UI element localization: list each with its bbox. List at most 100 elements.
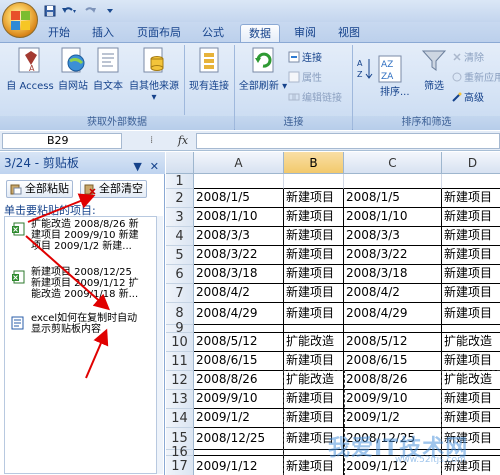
connections-button[interactable]: 连接 bbox=[288, 49, 322, 64]
cell-b5[interactable]: 新建项目 bbox=[284, 246, 344, 265]
cell-a8[interactable]: 2008/4/29 bbox=[194, 303, 284, 325]
existing-connections-button[interactable]: 现有连接 bbox=[186, 45, 232, 92]
column-header-d[interactable]: D bbox=[442, 152, 500, 174]
cell-b8[interactable]: 新建项目 bbox=[284, 303, 344, 325]
from-text-button[interactable]: 自文本 bbox=[90, 45, 126, 92]
redo-icon[interactable] bbox=[80, 3, 102, 19]
cell-d7[interactable]: 新建项目 bbox=[442, 284, 500, 303]
cell-c14[interactable]: 2009/1/2 bbox=[344, 409, 442, 428]
tab-7[interactable]: 视图 bbox=[330, 24, 368, 42]
row-header[interactable]: 5 bbox=[166, 246, 194, 265]
clipboard-item[interactable]: 扩能改造 2008/8/26 新建项目 2009/9/10 新建 项目 2009/… bbox=[9, 219, 149, 252]
cell-a4[interactable]: 2008/3/3 bbox=[194, 227, 284, 246]
cell-c4[interactable]: 2008/3/3 bbox=[344, 227, 442, 246]
column-header-b[interactable]: B bbox=[284, 152, 344, 174]
close-icon[interactable]: ✕ bbox=[150, 156, 159, 178]
cell-a10[interactable]: 2008/5/12 bbox=[194, 333, 284, 352]
cell-c7[interactable]: 2008/4/2 bbox=[344, 284, 442, 303]
cell-b11[interactable]: 新建项目 bbox=[284, 352, 344, 371]
cell-d5[interactable]: 新建项目 bbox=[442, 246, 500, 265]
row-header[interactable]: 14 bbox=[166, 409, 194, 428]
cell-a14[interactable]: 2009/1/2 bbox=[194, 409, 284, 428]
cell-b6[interactable]: 新建项目 bbox=[284, 265, 344, 284]
row-header[interactable]: 10 bbox=[166, 333, 194, 352]
cell-c8[interactable]: 2008/4/29 bbox=[344, 303, 442, 325]
cell-c13[interactable]: 2009/9/10 bbox=[344, 390, 442, 409]
pane-options-dropdown-icon[interactable]: ▼ bbox=[133, 156, 141, 178]
undo-icon[interactable] bbox=[58, 3, 80, 19]
cell-a6[interactable]: 2008/3/18 bbox=[194, 265, 284, 284]
tab-2[interactable]: 插入 bbox=[84, 24, 122, 42]
cell-c2[interactable]: 2008/1/5 bbox=[344, 189, 442, 208]
row-header[interactable]: 12 bbox=[166, 371, 194, 390]
cell-d4[interactable]: 新建项目 bbox=[442, 227, 500, 246]
cell-a7[interactable]: 2008/4/2 bbox=[194, 284, 284, 303]
cell-d9[interactable] bbox=[442, 325, 500, 333]
formula-input[interactable] bbox=[196, 133, 500, 149]
cell-c11[interactable]: 2008/6/15 bbox=[344, 352, 442, 371]
clipboard-scrollbar[interactable] bbox=[157, 216, 163, 474]
row-header[interactable]: 7 bbox=[166, 284, 194, 303]
cell-b12[interactable]: 扩能改造 bbox=[284, 371, 344, 390]
cell-b3[interactable]: 新建项目 bbox=[284, 208, 344, 227]
column-header-a[interactable]: A bbox=[194, 152, 284, 174]
cell-c12[interactable]: 2008/8/26 bbox=[344, 371, 442, 390]
select-all-corner[interactable] bbox=[166, 152, 194, 174]
chevron-down-icon[interactable] bbox=[102, 3, 118, 19]
reapply-button[interactable]: 重新应用 bbox=[452, 69, 500, 84]
cell-c5[interactable]: 2008/3/22 bbox=[344, 246, 442, 265]
cell-b10[interactable]: 扩能改造 bbox=[284, 333, 344, 352]
cell-a12[interactable]: 2008/8/26 bbox=[194, 371, 284, 390]
from-access-button[interactable]: A 自 Access bbox=[4, 45, 56, 92]
cell-b14[interactable]: 新建项目 bbox=[284, 409, 344, 428]
cell-d12[interactable]: 扩能改造 bbox=[442, 371, 500, 390]
from-other-sources-button[interactable]: 自其他来源 ▾ bbox=[126, 45, 182, 103]
cell-a9[interactable] bbox=[194, 325, 284, 333]
cell-d2[interactable]: 新建项目 bbox=[442, 189, 500, 208]
cell-d8[interactable]: 新建项目 bbox=[442, 303, 500, 325]
row-header[interactable]: 3 bbox=[166, 208, 194, 227]
row-header[interactable]: 2 bbox=[166, 189, 194, 208]
tab-6[interactable]: 审阅 bbox=[286, 24, 324, 42]
edit-links-button[interactable]: 编辑链接 bbox=[288, 89, 342, 104]
row-header[interactable]: 4 bbox=[166, 227, 194, 246]
cell-a13[interactable]: 2009/9/10 bbox=[194, 390, 284, 409]
office-button[interactable] bbox=[2, 2, 38, 38]
tab-4[interactable]: 公式 bbox=[194, 24, 232, 42]
tab-1[interactable]: 开始 bbox=[40, 24, 78, 42]
cell-a11[interactable]: 2008/6/15 bbox=[194, 352, 284, 371]
cell-d3[interactable]: 新建项目 bbox=[442, 208, 500, 227]
cell-d14[interactable]: 新建项目 bbox=[442, 409, 500, 428]
cell-a15[interactable]: 2008/12/25 bbox=[194, 428, 284, 450]
cell-a1[interactable] bbox=[194, 174, 284, 189]
sort-az-button[interactable]: AZ ZA bbox=[377, 55, 403, 86]
clear-filter-button[interactable]: 清除 bbox=[452, 49, 484, 64]
clipboard-item[interactable]: excel如何在复制时自动 显示剪贴板内容 bbox=[9, 313, 149, 335]
cell-b7[interactable]: 新建项目 bbox=[284, 284, 344, 303]
sort-button[interactable]: 排序... bbox=[380, 83, 410, 98]
cell-c10[interactable]: 2008/5/12 bbox=[344, 333, 442, 352]
row-header[interactable]: 9 bbox=[166, 322, 194, 335]
save-icon[interactable] bbox=[42, 3, 58, 19]
cell-a17[interactable]: 2009/1/12 bbox=[194, 456, 284, 475]
cell-b13[interactable]: 新建项目 bbox=[284, 390, 344, 409]
name-box[interactable]: B29 bbox=[2, 133, 122, 149]
cell-a3[interactable]: 2008/1/10 bbox=[194, 208, 284, 227]
from-web-button[interactable]: 自网站 bbox=[56, 45, 90, 92]
cell-b4[interactable]: 新建项目 bbox=[284, 227, 344, 246]
sort-ascending-button[interactable]: AZ bbox=[356, 57, 374, 84]
cell-c3[interactable]: 2008/1/10 bbox=[344, 208, 442, 227]
cell-c6[interactable]: 2008/3/18 bbox=[344, 265, 442, 284]
cell-d6[interactable]: 新建项目 bbox=[442, 265, 500, 284]
cell-b9[interactable] bbox=[284, 325, 344, 333]
row-header[interactable]: 11 bbox=[166, 352, 194, 371]
clear-all-button[interactable]: 全部清空 bbox=[80, 180, 147, 198]
insert-function-button[interactable]: fx bbox=[172, 133, 194, 149]
filter-button[interactable]: 筛选 bbox=[418, 45, 450, 92]
tab-5[interactable]: 数据 bbox=[240, 24, 280, 42]
cell-d13[interactable]: 新建项目 bbox=[442, 390, 500, 409]
cell-d1[interactable] bbox=[442, 174, 500, 189]
cell-b1[interactable] bbox=[284, 174, 344, 189]
row-header[interactable]: 17 bbox=[166, 456, 194, 475]
cell-a5[interactable]: 2008/3/22 bbox=[194, 246, 284, 265]
